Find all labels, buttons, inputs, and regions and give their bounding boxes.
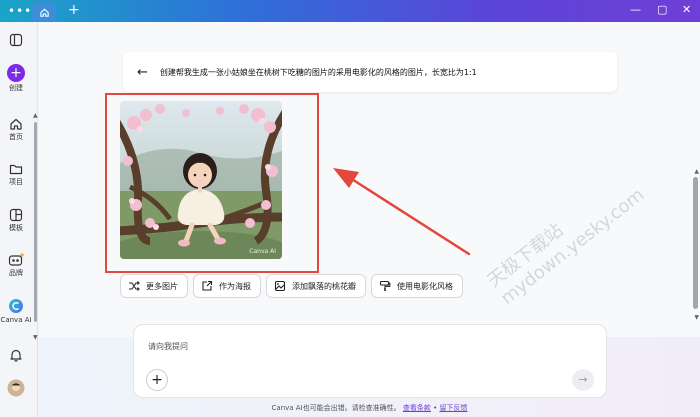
- chip-more-images[interactable]: 更多图片: [120, 274, 188, 298]
- chip-label: 使用电影化风格: [397, 281, 453, 291]
- chip-label: 更多图片: [146, 281, 178, 291]
- maximize-button[interactable]: ▢: [657, 4, 667, 16]
- footer-disclaimer: Canva AI也可能会出错。请检查准确性。 查看条款 • 留下反馈: [39, 403, 700, 413]
- main-area: ← 创建帮我生成一张小姑娘坐在桃树下吃糖的图片的采用电影化的风格的图片，长宽比为…: [39, 22, 700, 417]
- sidebar-toggle-icon: [9, 33, 23, 47]
- bell-icon: [10, 349, 22, 362]
- chat-input[interactable]: [148, 339, 588, 353]
- scroll-up-icon[interactable]: ▲: [33, 112, 38, 119]
- app-menu-button[interactable]: •••: [8, 5, 32, 17]
- main-scrollbar[interactable]: [693, 177, 698, 309]
- prompt-text: 创建帮我生成一张小姑娘坐在桃树下吃糖的图片的采用电影化的风格的图片，长宽比为1:…: [159, 67, 477, 77]
- girl-under-peach-tree-image: [120, 101, 282, 259]
- sidebar-item-canva-ai[interactable]: Canva AI: [0, 298, 32, 324]
- generated-image[interactable]: Canva AI: [120, 101, 282, 259]
- chat-input-box: + →: [133, 324, 607, 398]
- canva-ai-icon: [9, 299, 23, 313]
- avatar-icon: [7, 379, 25, 397]
- shuffle-icon: [127, 279, 141, 293]
- sidebar-item-label: 首页: [9, 133, 23, 141]
- send-button[interactable]: →: [572, 369, 594, 391]
- home-icon: [10, 118, 22, 130]
- chip-add-petals[interactable]: 添加飘落的桃花瓣: [266, 274, 366, 298]
- notifications-button[interactable]: [0, 348, 32, 362]
- minimize-button[interactable]: —: [630, 4, 641, 16]
- main-scroll-up-icon[interactable]: ▲: [694, 168, 699, 175]
- close-button[interactable]: ✕: [682, 4, 691, 16]
- footer-text: Canva AI也可能会出错。请检查准确性。: [271, 404, 401, 412]
- sidebar-item-templates[interactable]: 模板: [0, 208, 32, 232]
- title-bar: ••• + — ▢ ✕: [0, 0, 700, 22]
- home-tab[interactable]: [32, 2, 56, 22]
- template-icon: [9, 208, 23, 222]
- export-icon: [200, 279, 214, 293]
- annotation-highlight-box: Canva AI: [105, 93, 319, 273]
- chip-as-poster[interactable]: 作为海报: [193, 274, 261, 298]
- suggestion-chips: 更多图片 作为海报 添加飘落的桃花瓣 使用电影化风格: [120, 274, 463, 298]
- prompt-card: ← 创建帮我生成一张小姑娘坐在桃树下吃糖的图片的采用电影化的风格的图片，长宽比为…: [123, 52, 617, 92]
- sidebar-toggle-button[interactable]: [0, 33, 32, 47]
- scroll-down-icon[interactable]: ▼: [33, 334, 38, 341]
- back-arrow-icon[interactable]: ←: [137, 66, 148, 79]
- sidebar-item-home[interactable]: 首页: [0, 117, 32, 141]
- folder-icon: [9, 164, 23, 175]
- sidebar-item-brand[interactable]: 品牌: [0, 253, 32, 277]
- avatar[interactable]: [0, 379, 32, 397]
- paint-roller-icon: [378, 279, 392, 293]
- sidebar-item-create[interactable]: + 创建: [0, 64, 32, 92]
- attach-button[interactable]: +: [146, 369, 168, 391]
- brand-icon: [8, 253, 24, 266]
- site-watermark: 天极下载站 mydown.yesky.com: [481, 164, 648, 309]
- image-watermark: Canva AI: [249, 248, 276, 255]
- sidebar-item-label: 模板: [9, 224, 23, 232]
- chip-label: 作为海报: [219, 281, 251, 291]
- sidebar-scrollbar[interactable]: [34, 122, 37, 322]
- sidebar-item-label: 项目: [9, 178, 23, 186]
- terms-link[interactable]: 查看条款: [403, 404, 431, 412]
- sidebar-item-label: 品牌: [9, 269, 23, 277]
- chip-cinematic-style[interactable]: 使用电影化风格: [371, 274, 463, 298]
- annotation-arrow: [333, 168, 471, 256]
- chip-label: 添加飘落的桃花瓣: [292, 281, 356, 291]
- feedback-link[interactable]: 留下反馈: [439, 404, 467, 412]
- sidebar-item-projects[interactable]: 项目: [0, 162, 32, 186]
- plus-icon: +: [7, 64, 25, 82]
- image-edit-icon: [273, 279, 287, 293]
- main-scroll-down-icon[interactable]: ▼: [694, 314, 699, 321]
- sidebar-item-label: Canva AI: [0, 316, 32, 324]
- sidebar-item-label: 创建: [9, 84, 23, 92]
- sidebar: + 创建 首页 项目 模板 品牌 Canva AI ▲ ▼: [0, 22, 38, 417]
- home-icon: [39, 8, 49, 17]
- new-tab-button[interactable]: +: [68, 3, 80, 17]
